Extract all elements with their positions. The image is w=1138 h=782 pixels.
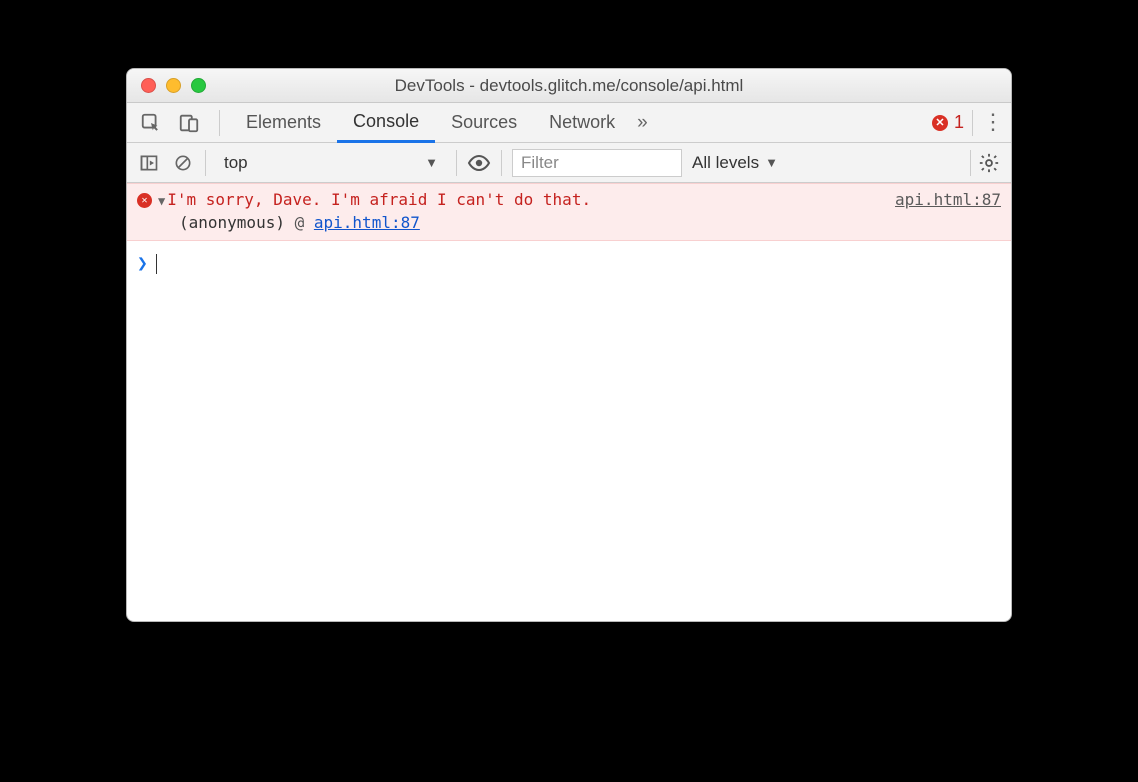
devtools-window: DevTools - devtools.glitch.me/console/ap… — [126, 68, 1012, 622]
console-toolbar: top ▼ All levels ▼ — [127, 143, 1011, 183]
source-link[interactable]: api.html:87 — [895, 190, 1001, 209]
stack-function: (anonymous) — [179, 213, 285, 232]
error-icon: ✕ — [932, 115, 948, 131]
panel-tabs: Elements Console Sources Network — [230, 103, 631, 142]
device-toolbar-icon[interactable] — [177, 111, 201, 135]
tab-label: Network — [549, 112, 615, 133]
console-output: ✕ ▼ I'm sorry, Dave. I'm afraid I can't … — [127, 183, 1011, 621]
divider — [970, 150, 971, 176]
console-error-entry[interactable]: ✕ ▼ I'm sorry, Dave. I'm afraid I can't … — [127, 183, 1011, 241]
clear-console-icon[interactable] — [171, 151, 195, 175]
text-cursor — [156, 254, 157, 274]
error-count: 1 — [954, 112, 964, 133]
tab-label: Console — [353, 111, 419, 132]
titlebar: DevTools - devtools.glitch.me/console/ap… — [127, 69, 1011, 103]
divider — [219, 110, 220, 136]
levels-label: All levels — [692, 153, 759, 173]
live-expression-icon[interactable] — [467, 151, 491, 175]
window-controls — [127, 78, 206, 93]
filter-input[interactable] — [512, 149, 682, 177]
tab-elements[interactable]: Elements — [230, 103, 337, 142]
minimize-window-button[interactable] — [166, 78, 181, 93]
divider — [972, 110, 973, 136]
divider — [205, 150, 206, 176]
chevron-down-icon: ▼ — [425, 155, 438, 170]
disclosure-triangle-icon[interactable]: ▼ — [158, 194, 165, 208]
error-icon: ✕ — [137, 193, 152, 208]
stack-trace-line: (anonymous) @ api.html:87 — [137, 213, 1001, 232]
stack-at: @ — [295, 213, 305, 232]
tab-console[interactable]: Console — [337, 103, 435, 143]
divider — [456, 150, 457, 176]
inspect-element-icon[interactable] — [139, 111, 163, 135]
more-tabs-button[interactable]: » — [631, 112, 654, 134]
console-settings-icon[interactable] — [977, 151, 1001, 175]
tab-label: Elements — [246, 112, 321, 133]
tab-sources[interactable]: Sources — [435, 103, 533, 142]
error-count-badge[interactable]: ✕ 1 — [932, 112, 964, 133]
console-prompt[interactable]: ❯ — [127, 241, 1011, 286]
execution-context-selector[interactable]: top ▼ — [216, 149, 446, 177]
divider — [501, 150, 502, 176]
window-title: DevTools - devtools.glitch.me/console/ap… — [127, 76, 1011, 96]
tab-label: Sources — [451, 112, 517, 133]
stack-source-link[interactable]: api.html:87 — [314, 213, 420, 232]
prompt-caret-icon: ❯ — [137, 253, 148, 274]
error-message: I'm sorry, Dave. I'm afraid I can't do t… — [167, 190, 591, 209]
tabbar: Elements Console Sources Network » ✕ 1 ⋮ — [127, 103, 1011, 143]
settings-menu-button[interactable]: ⋮ — [981, 119, 1005, 126]
tab-network[interactable]: Network — [533, 103, 631, 142]
zoom-window-button[interactable] — [191, 78, 206, 93]
context-value: top — [224, 153, 248, 173]
toggle-sidebar-icon[interactable] — [137, 151, 161, 175]
chevron-down-icon: ▼ — [765, 155, 778, 170]
log-levels-selector[interactable]: All levels ▼ — [692, 153, 778, 173]
close-window-button[interactable] — [141, 78, 156, 93]
